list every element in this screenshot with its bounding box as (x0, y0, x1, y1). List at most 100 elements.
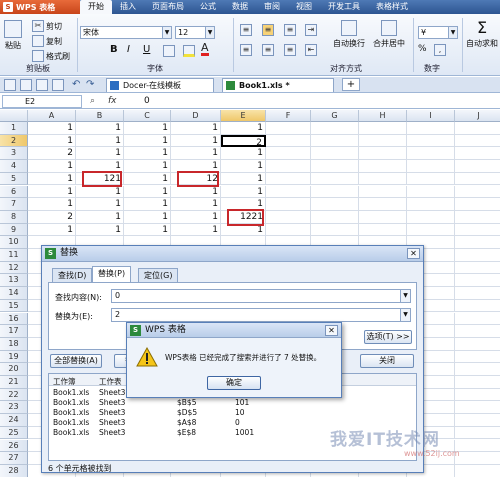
result-cell[interactable]: 10 (235, 408, 245, 417)
result-cell[interactable]: Sheet3 (99, 418, 125, 427)
cell-f4[interactable] (266, 160, 311, 173)
cell-f3[interactable] (266, 147, 311, 161)
tab-home[interactable]: 开始 (80, 0, 112, 14)
cell-j18[interactable] (455, 338, 500, 351)
result-cell[interactable]: $B$5 (177, 398, 196, 407)
cell-j11[interactable] (455, 249, 500, 262)
print-icon[interactable] (52, 79, 64, 91)
tab-find[interactable]: 查找(D) (52, 268, 93, 282)
cell-f7[interactable] (266, 198, 311, 211)
cell-i8[interactable] (407, 210, 455, 224)
cell-j1[interactable] (455, 122, 500, 135)
close-icon[interactable]: ✕ (325, 325, 338, 336)
underline-button[interactable]: U (143, 44, 150, 55)
column-header-d[interactable]: D (171, 110, 221, 122)
row-header[interactable]: 6 (0, 185, 28, 199)
result-cell[interactable]: Book1.xls (53, 388, 89, 397)
cell-j12[interactable] (455, 262, 500, 275)
cell-g7[interactable] (311, 198, 359, 211)
result-cell[interactable]: Book1.xls (53, 408, 89, 417)
cell-g8[interactable] (311, 210, 359, 224)
cell-d8[interactable]: 1 (171, 210, 221, 224)
cell-d3[interactable]: 1 (171, 147, 221, 161)
tab-developer[interactable]: 开发工具 (320, 0, 368, 14)
cell-h2[interactable] (359, 134, 407, 148)
cell-i5[interactable] (407, 172, 455, 186)
result-cell[interactable]: 0 (235, 418, 240, 427)
cell-c8[interactable]: 1 (124, 210, 171, 224)
cell-j3[interactable] (455, 147, 500, 161)
cell-e2[interactable]: 2 (221, 134, 266, 148)
cell-c5[interactable]: 1 (124, 172, 171, 186)
font-color-button[interactable]: A (201, 42, 209, 56)
percent-button[interactable]: % (418, 44, 427, 54)
cell-c9[interactable]: 1 (124, 223, 171, 237)
cell-j4[interactable] (455, 160, 500, 173)
undo-icon[interactable]: ↶ (72, 79, 80, 90)
cell-d1[interactable]: 1 (171, 122, 221, 135)
cell-j5[interactable] (455, 173, 500, 186)
cell-a3[interactable]: 2 (28, 147, 76, 161)
zoom-icon[interactable]: ⌕ (90, 96, 95, 106)
cell-f2[interactable] (266, 134, 311, 148)
cell-c4[interactable]: 1 (124, 160, 171, 173)
thousands-button[interactable]: , (434, 44, 446, 56)
cell-b7[interactable]: 1 (76, 198, 124, 211)
cell-g3[interactable] (311, 147, 359, 161)
cell-a2[interactable]: 1 (28, 134, 76, 148)
result-cell[interactable]: 101 (235, 398, 249, 407)
find-input[interactable]: 0 ▼ (111, 289, 411, 303)
cell-j13[interactable] (455, 274, 500, 288)
result-cell[interactable]: Book1.xls (53, 418, 89, 427)
row-header[interactable]: 3 (0, 147, 28, 161)
formula-input[interactable]: 0 (144, 96, 150, 106)
replace-all-button[interactable]: 全部替换(A) (50, 354, 102, 368)
new-tab-plus-icon[interactable]: + (342, 78, 360, 91)
row-header[interactable]: 21 (0, 376, 28, 389)
outdent-button[interactable]: ⇤ (305, 44, 317, 56)
result-cell[interactable]: 1001 (235, 428, 254, 437)
cell-j25[interactable] (455, 427, 500, 440)
open-folder-icon[interactable] (20, 79, 32, 91)
cell-f1[interactable] (266, 122, 311, 135)
cell-i6[interactable] (407, 185, 455, 199)
doc-tab-book1[interactable]: Book1.xls * (222, 78, 334, 92)
replace-input[interactable]: 2 ▼ (111, 308, 411, 322)
cell-a1[interactable]: 1 (28, 122, 76, 135)
result-cell[interactable]: Sheet3 (99, 428, 125, 437)
row-header[interactable]: 19 (0, 350, 28, 364)
row-header[interactable]: 4 (0, 160, 28, 173)
row-header[interactable]: 22 (0, 388, 28, 402)
column-header-f[interactable]: F (266, 110, 311, 122)
column-header-b[interactable]: B (76, 110, 124, 122)
row-header[interactable]: 2 (0, 134, 28, 148)
bold-button[interactable]: B (110, 44, 118, 55)
row-header[interactable]: 9 (0, 223, 28, 237)
cell-d7[interactable]: 1 (171, 198, 221, 211)
format-painter-button[interactable]: 格式刷 (32, 50, 70, 62)
cell-h6[interactable] (359, 185, 407, 199)
tab-formulas[interactable]: 公式 (192, 0, 224, 14)
cell-j8[interactable] (455, 211, 500, 224)
column-header-j[interactable]: J (455, 110, 500, 122)
select-all-corner[interactable] (0, 110, 28, 122)
doc-tab-docer[interactable]: Docer-在线模板 (106, 78, 214, 92)
cell-j15[interactable] (455, 300, 500, 313)
ok-button[interactable]: 确定 (207, 376, 261, 390)
cell-j10[interactable] (455, 236, 500, 249)
cell-j21[interactable] (455, 376, 500, 389)
row-header[interactable]: 15 (0, 299, 28, 313)
cell-a9[interactable]: 1 (28, 223, 76, 237)
cell-g1[interactable] (311, 122, 359, 135)
row-header[interactable]: 8 (0, 210, 28, 224)
tab-view[interactable]: 视图 (288, 0, 320, 14)
cell-i4[interactable] (407, 160, 455, 173)
column-header-e[interactable]: E (221, 110, 266, 122)
cell-e3[interactable]: 1 (221, 147, 266, 161)
row-header[interactable]: 20 (0, 363, 28, 376)
cell-j19[interactable] (455, 351, 500, 364)
autosum-button[interactable]: Σ 自动求和 (466, 20, 498, 49)
align-bottom-button[interactable]: ≡ (284, 24, 296, 36)
tab-insert[interactable]: 插入 (112, 0, 144, 14)
cell-e1[interactable]: 1 (221, 122, 266, 135)
